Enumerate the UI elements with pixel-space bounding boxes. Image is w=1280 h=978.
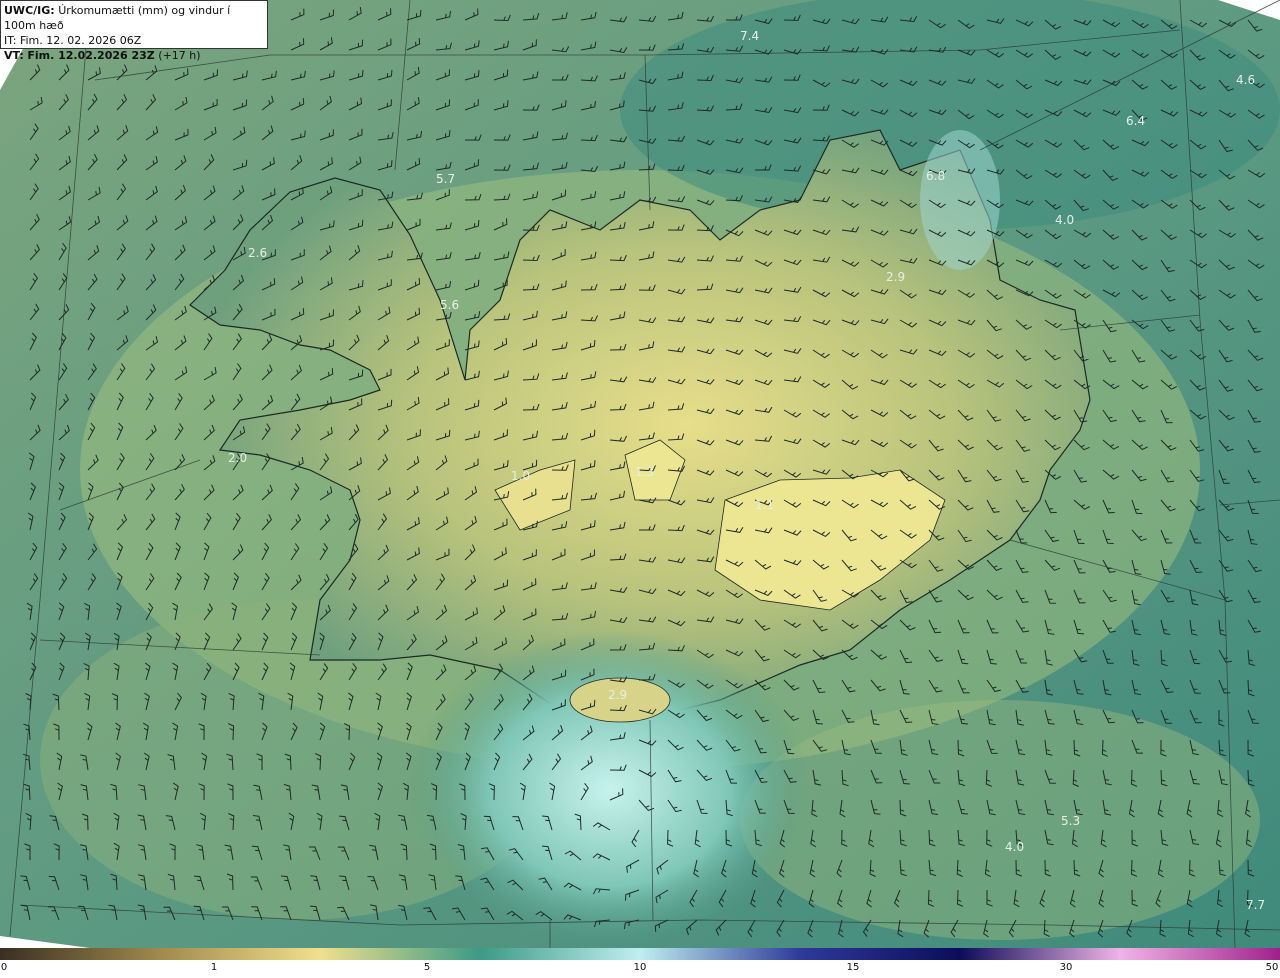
map-value: 1.3	[635, 465, 655, 479]
vt-line: VT: Fim. 12.02.2026 23Z (+17 h)	[4, 49, 201, 62]
map-value: 2.9	[608, 688, 628, 702]
map-value: 6.8	[926, 169, 946, 183]
map-value: 5.6	[440, 298, 460, 312]
map-value: 5.7	[436, 172, 456, 186]
it-line: IT: Fim. 12. 02. 2026 06Z	[4, 34, 142, 47]
map-value: 4.0	[1005, 840, 1025, 854]
colorbar-tick: 1	[210, 962, 218, 973]
colorbar-tick: 0	[0, 962, 8, 973]
map-value: 7.4	[740, 29, 760, 43]
colorbar-tick: 10	[633, 962, 647, 973]
map-value: 4.6	[1236, 73, 1256, 87]
colorbar-tick: 15	[846, 962, 860, 973]
map-value: 6.4	[1126, 114, 1146, 128]
info-box: UWC/IG: Úrkomumætti (mm) og vindur í 100…	[0, 0, 268, 62]
colorbar	[0, 948, 1280, 960]
colorbar-tick: 30	[1059, 962, 1073, 973]
colorbar-tick: 50	[1265, 962, 1279, 973]
map-value: 2.0	[228, 451, 248, 465]
title-line: UWC/IG: Úrkomumætti (mm) og vindur í 100…	[4, 4, 231, 32]
colorbar-tick: 5	[423, 962, 431, 973]
map-value: 2.9	[886, 270, 906, 284]
map-value: 5.3	[1061, 814, 1081, 828]
map-value: 1.1	[755, 498, 775, 512]
map-value: 7.7	[1246, 898, 1266, 912]
map-value: 2.6	[248, 246, 268, 260]
map-value: 4.0	[1055, 213, 1075, 227]
map-value: 1.0	[511, 469, 531, 483]
